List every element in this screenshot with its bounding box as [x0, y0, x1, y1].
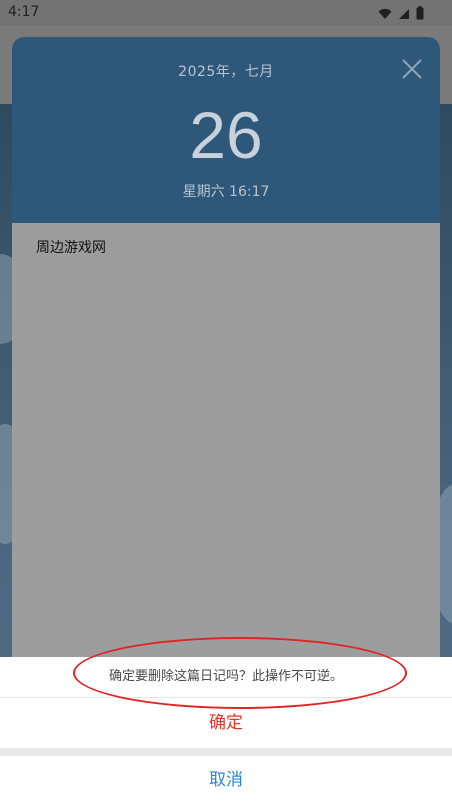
diary-day: 26	[189, 98, 263, 172]
diary-year-month: 2025年，七月	[178, 64, 274, 80]
delete-confirm-sheet: 确定要删除这篇日记吗？此操作不可逆。 确定 取消	[0, 657, 452, 804]
delete-confirm-message: 确定要删除这篇日记吗？此操作不可逆。	[108, 669, 343, 684]
wifi-icon	[378, 5, 392, 24]
status-bar: 4:17	[0, 0, 452, 26]
diary-card: 2025年，七月 26 星期六 16:17 周边游戏网	[12, 37, 440, 737]
diary-weekday-time: 星期六 16:17	[182, 184, 270, 200]
sheet-separator	[0, 748, 452, 756]
diary-content-text: 周边游戏网	[36, 240, 106, 256]
status-time: 4:17	[8, 4, 40, 20]
battery-icon	[416, 5, 424, 24]
close-button[interactable]	[400, 57, 424, 81]
close-icon	[402, 59, 422, 79]
confirm-delete-button[interactable]: 确定	[0, 698, 452, 748]
diary-date-header: 2025年，七月 26 星期六 16:17	[12, 37, 440, 223]
signal-icon	[398, 5, 410, 24]
cancel-button[interactable]: 取消	[0, 756, 452, 804]
status-icons	[378, 5, 424, 24]
